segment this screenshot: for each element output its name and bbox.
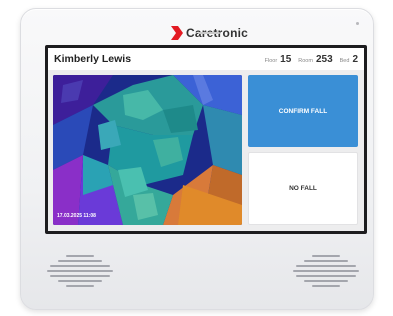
camera-timestamp: 17.03.2025 11:08 <box>57 213 96 219</box>
floor-label: Floor <box>264 57 278 64</box>
room-label: Room <box>298 57 313 64</box>
display-screen: Kimberly Lewis Floor 15 Room 253 Bed 2 1… <box>45 45 367 234</box>
no-fall-button[interactable]: NO FALL <box>248 152 358 225</box>
brand-arrow-icon <box>171 26 183 40</box>
bed-value: 2 <box>352 53 358 65</box>
right-speaker-grille <box>293 255 359 290</box>
room-value: 253 <box>315 53 333 65</box>
patient-header: Kimberly Lewis Floor 15 Room 253 Bed 2 <box>48 48 364 70</box>
left-speaker-grille <box>47 255 113 290</box>
sensor-dot <box>356 22 359 25</box>
bed-label: Bed <box>339 57 350 64</box>
confirm-fall-button[interactable]: CONFIRM FALL <box>248 75 358 147</box>
camera-feed: 17.03.2025 11:08 <box>53 75 242 225</box>
depth-image <box>53 75 242 225</box>
location-info: Floor 15 Room 253 Bed 2 <box>265 54 358 65</box>
patient-name: Kimberly Lewis <box>54 53 132 65</box>
brand-tagline <box>198 32 220 34</box>
floor-value: 15 <box>280 53 292 65</box>
